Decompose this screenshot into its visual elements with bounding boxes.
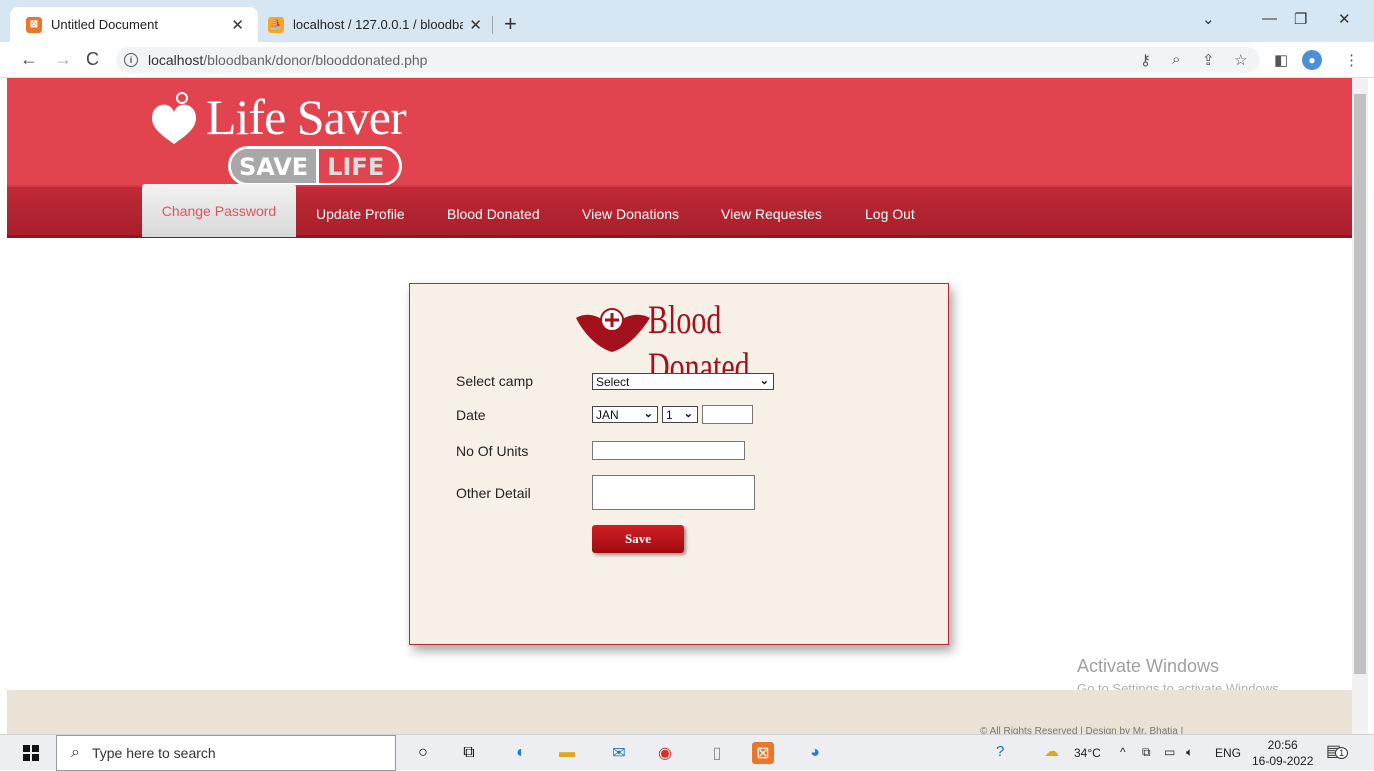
- clock-time: 20:56: [1267, 738, 1298, 752]
- profile-avatar-icon[interactable]: ●: [1302, 50, 1322, 70]
- tab-separator: [492, 16, 493, 34]
- forward-icon[interactable]: →: [54, 49, 72, 70]
- chrome-profile-icon[interactable]: ◕: [804, 742, 826, 764]
- help-icon[interactable]: ?: [996, 743, 1004, 760]
- page-scrollbar[interactable]: [1352, 78, 1368, 734]
- other-detail-textarea[interactable]: [592, 475, 755, 510]
- close-tab-icon[interactable]: ✕: [231, 16, 244, 34]
- activate-windows-title: Activate Windows: [1077, 656, 1220, 676]
- month-select[interactable]: JAN ⌄: [592, 406, 658, 423]
- clock-date: 16-09-2022: [1252, 754, 1314, 768]
- month-select-value: JAN: [596, 407, 619, 422]
- chevron-down-icon: ⌄: [759, 375, 769, 387]
- zoom-icon[interactable]: ⌕: [1172, 51, 1180, 68]
- windows-taskbar: ⌕ Type here to search ○ ⧉ ◐ ▬ ✉ ◉ ▯ ⊠ ◕ …: [0, 734, 1374, 771]
- language-indicator[interactable]: ENG: [1215, 746, 1241, 760]
- year-input[interactable]: [702, 405, 753, 424]
- battery-icon[interactable]: ▭: [1164, 745, 1175, 759]
- bookmark-star-icon[interactable]: ☆: [1234, 51, 1247, 69]
- form-header: Blood Donated: [574, 294, 794, 389]
- taskbar-search[interactable]: ⌕ Type here to search: [56, 735, 396, 771]
- nav-view-donations[interactable]: View Donations: [582, 187, 679, 240]
- back-icon[interactable]: ←: [20, 49, 38, 70]
- tray-chevron-icon[interactable]: ^: [1120, 745, 1126, 759]
- chevron-down-icon: ⌄: [683, 408, 693, 420]
- logo-save-life: SAVE LIFE: [228, 146, 402, 186]
- site-info-icon[interactable]: i: [124, 53, 138, 67]
- weather-temp[interactable]: 34°C: [1074, 746, 1101, 760]
- tab-search-icon[interactable]: ⌄: [1202, 10, 1215, 28]
- new-tab-icon[interactable]: +: [504, 11, 517, 37]
- weather-icon[interactable]: ☁: [1044, 742, 1059, 760]
- tab-phpmyadmin[interactable]: ⛵ localhost / 127.0.0.1 / bloodbank ✕: [262, 7, 492, 42]
- logo-save-text: SAVE: [231, 149, 317, 183]
- scrollbar-thumb[interactable]: [1354, 94, 1366, 674]
- share-icon[interactable]: ⇪: [1202, 51, 1215, 69]
- edge-icon[interactable]: ◐: [510, 742, 532, 764]
- phpmyadmin-icon: ⛵: [268, 16, 284, 33]
- restore-icon[interactable]: ❐: [1294, 10, 1307, 28]
- blood-donated-form: Blood Donated Select camp Select ⌄ Date …: [409, 283, 949, 645]
- key-icon[interactable]: ⚷: [1140, 51, 1151, 69]
- address-toolbar: ← → C i localhost/bloodbank/donor/bloodd…: [0, 42, 1374, 78]
- system-clock[interactable]: 20:56 16-09-2022: [1252, 737, 1313, 769]
- volume-icon[interactable]: 🔈︎: [1186, 745, 1193, 760]
- close-window-icon[interactable]: ✕: [1338, 10, 1351, 28]
- task-view-icon[interactable]: ⧉: [458, 742, 480, 764]
- site-footer: © All Rights Reserved | Design by Mr. Bh…: [7, 690, 1352, 734]
- notification-icon[interactable]: ▤1: [1326, 741, 1349, 761]
- camp-label: Select camp: [456, 373, 534, 389]
- camp-select[interactable]: Select ⌄: [592, 373, 774, 390]
- nav-change-password[interactable]: Change Password: [142, 184, 296, 237]
- notification-count: 1: [1335, 747, 1349, 759]
- xampp-taskbar-icon[interactable]: ⊠: [752, 742, 774, 764]
- windows-start-icon[interactable]: [20, 742, 42, 764]
- minimize-icon[interactable]: —: [1262, 10, 1277, 27]
- file-explorer-icon[interactable]: ▬: [556, 742, 578, 764]
- day-select-value: 1: [666, 407, 673, 422]
- units-label: No Of Units: [456, 443, 529, 459]
- chevron-down-icon: ⌄: [643, 408, 653, 420]
- notepad-icon[interactable]: ▯: [706, 742, 728, 764]
- url-host: localhost: [148, 52, 204, 68]
- search-icon: ⌕: [71, 744, 80, 761]
- camp-select-value: Select: [596, 374, 630, 389]
- tab-title: Untitled Document: [51, 17, 158, 32]
- site-logo[interactable]: Life Saver SAVE LIFE: [142, 80, 422, 188]
- footer-text: © All Rights Reserved | Design by Mr. Bh…: [980, 726, 1184, 734]
- donation-hands-icon: [576, 308, 650, 352]
- browser-tab-bar: ⊠ Untitled Document ✕ ⛵ localhost / 127.…: [0, 0, 1374, 42]
- search-placeholder: Type here to search: [91, 745, 216, 761]
- meet-now-icon[interactable]: ⧉: [1142, 745, 1151, 760]
- units-input[interactable]: [592, 441, 745, 460]
- nav-update-profile[interactable]: Update Profile: [316, 187, 405, 240]
- nav-log-out[interactable]: Log Out: [865, 187, 915, 240]
- tab-title: localhost / 127.0.0.1 / bloodbank: [293, 17, 463, 32]
- tab-untitled-document[interactable]: ⊠ Untitled Document ✕: [10, 7, 258, 42]
- logo-life-text: LIFE: [316, 149, 393, 183]
- side-panel-icon[interactable]: ◧: [1274, 51, 1288, 69]
- chrome-icon[interactable]: ◉: [654, 742, 676, 764]
- date-label: Date: [456, 407, 486, 423]
- close-tab-icon[interactable]: ✕: [469, 16, 482, 34]
- reload-icon[interactable]: C: [86, 49, 99, 70]
- site-header: Life Saver SAVE LIFE Change Password Upd…: [7, 78, 1352, 238]
- mail-icon[interactable]: ✉: [608, 742, 630, 764]
- nav-view-requestes[interactable]: View Requestes: [721, 187, 822, 240]
- other-detail-label: Other Detail: [456, 485, 531, 501]
- xampp-icon: ⊠: [26, 16, 42, 33]
- url-path: /bloodbank/donor/blooddonated.php: [203, 52, 428, 68]
- save-button[interactable]: Save: [592, 525, 684, 553]
- web-page: Life Saver SAVE LIFE Change Password Upd…: [7, 78, 1352, 734]
- day-select[interactable]: 1 ⌄: [662, 406, 698, 423]
- cortana-icon[interactable]: ○: [412, 742, 434, 764]
- heart-hands-icon: [152, 92, 196, 144]
- nav-blood-donated[interactable]: Blood Donated: [447, 187, 540, 240]
- menu-kebab-icon[interactable]: ⋮: [1344, 51, 1359, 69]
- main-nav: Change Password Update Profile Blood Don…: [7, 184, 1352, 240]
- url-bar[interactable]: i localhost/bloodbank/donor/blooddonated…: [116, 47, 1260, 73]
- logo-title: Life Saver: [206, 89, 407, 145]
